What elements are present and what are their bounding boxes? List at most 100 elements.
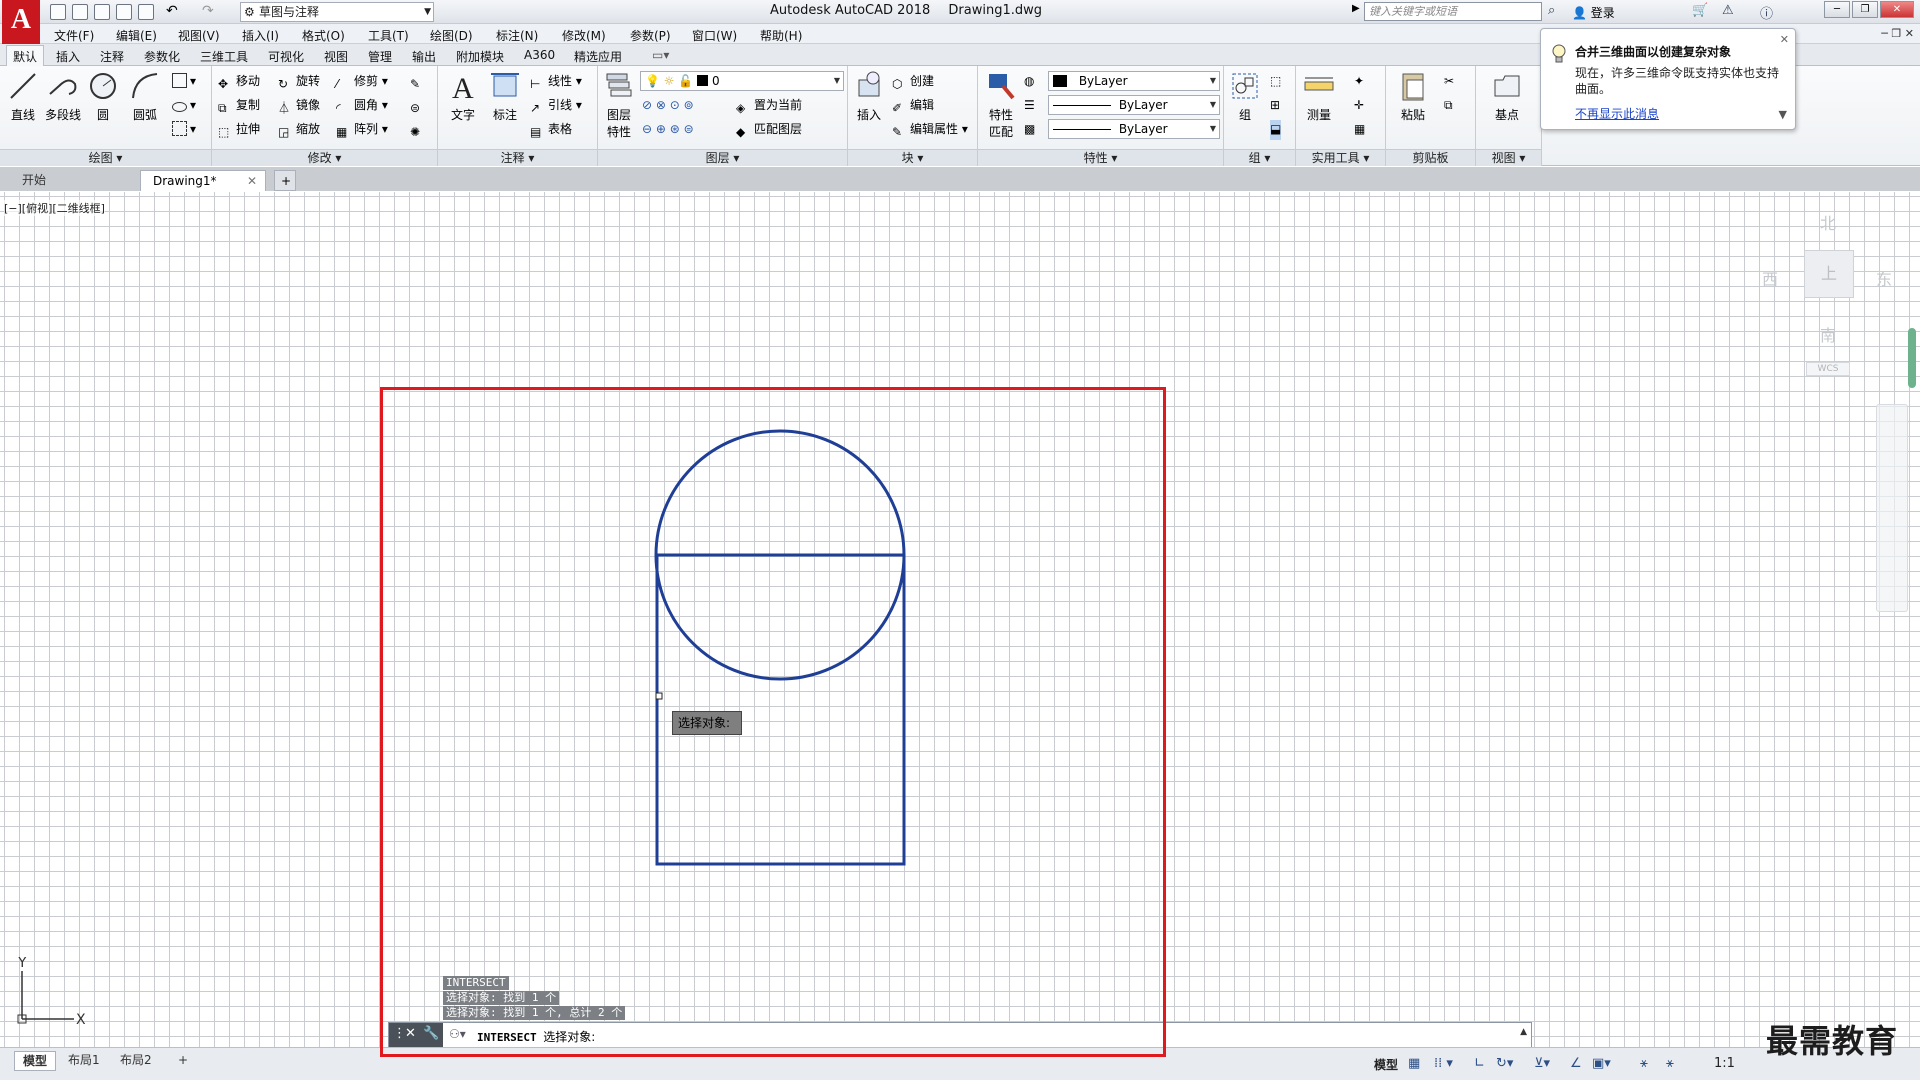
utilities-panel-title[interactable]: 实用工具 ▾ (1296, 149, 1385, 166)
prompt-icon[interactable]: ⚇▾ (449, 1027, 466, 1041)
snap-icon[interactable]: ⁞⁞ ▾ (1434, 1056, 1453, 1071)
search-input[interactable]: 键入关键字或短语 (1364, 2, 1542, 21)
layer-properties-tool[interactable]: 图层 特性 (600, 70, 638, 140)
dimension-tool[interactable]: 标注 (486, 70, 524, 123)
osnap-icon[interactable]: ⊻▾ (1534, 1056, 1550, 1071)
otrack-icon[interactable]: ∠ (1570, 1056, 1582, 1071)
hatch-tool[interactable]: ▾ (172, 120, 196, 140)
scroll-indicator[interactable] (1908, 328, 1916, 388)
viewcube-south[interactable]: 南 (1820, 322, 1836, 346)
copy-tool[interactable]: ⧉ 复制 (218, 96, 260, 116)
dynamic-ucs-icon[interactable]: ▣▾ (1592, 1056, 1611, 1071)
redo-icon[interactable]: ↷ (202, 4, 218, 20)
move-tool[interactable]: ✥ 移动 (218, 72, 260, 92)
insert-block-tool[interactable]: 插入 (850, 70, 888, 123)
navigation-bar[interactable] (1876, 404, 1908, 612)
menu-edit[interactable]: 编辑(E) (116, 27, 157, 44)
layer-tools-row-1[interactable]: ⊘ ⊗ ⊙ ⊚ (642, 96, 694, 116)
paste-tool[interactable]: 粘贴 (1394, 70, 1432, 123)
menu-insert[interactable]: 插入(I) (242, 27, 279, 44)
menu-format[interactable]: 格式(O) (302, 27, 345, 44)
close-icon[interactable]: ✕ (247, 171, 257, 191)
tab-manage[interactable]: 管理 (368, 48, 392, 65)
chevron-down-icon[interactable]: ▼ (1779, 108, 1787, 121)
scale-tool[interactable]: ◲ 缩放 (278, 120, 320, 140)
menu-draw[interactable]: 绘图(D) (430, 27, 473, 44)
annotation-panel-title[interactable]: 注释 ▾ (438, 149, 597, 166)
array-tool[interactable]: ▦ 阵列 ▾ (336, 120, 388, 140)
annotation-autoscale-icon[interactable]: ⚹ (1666, 1056, 1674, 1071)
edit-attributes-tool[interactable]: ✎ 编辑属性 ▾ (892, 120, 968, 140)
login-button[interactable]: 👤 登录 (1572, 4, 1615, 21)
close-icon[interactable]: ✕ (1780, 33, 1789, 46)
modify-panel-title[interactable]: 修改 ▾ (212, 149, 437, 166)
layout-tab-model[interactable]: 模型 (14, 1051, 57, 1071)
tab-addins[interactable]: 附加模块 (456, 48, 504, 65)
save-icon[interactable] (94, 4, 110, 20)
make-current-tool[interactable]: ◈ 置为当前 (736, 96, 802, 116)
match-layer-tool[interactable]: ◆ 匹配图层 (736, 120, 802, 140)
tab-drawing1[interactable]: Drawing1* ✕ (140, 170, 266, 191)
tab-annotate[interactable]: 注释 (100, 48, 124, 65)
save-as-icon[interactable] (116, 4, 132, 20)
minimize-button[interactable]: ─ (1824, 1, 1850, 18)
add-layout-button[interactable]: + (170, 1051, 196, 1071)
text-tool[interactable]: A 文字 (444, 70, 482, 123)
annotation-visibility-icon[interactable]: ⚹ (1640, 1056, 1648, 1071)
menu-file[interactable]: 文件(F) (54, 27, 94, 44)
viewcube-top-face[interactable]: 上 (1804, 250, 1854, 298)
group-select-icon[interactable]: ⬓ (1270, 120, 1282, 140)
menu-help[interactable]: 帮助(H) (760, 27, 802, 44)
help-icon[interactable]: ⓘ (1760, 3, 1773, 22)
command-input[interactable]: INTERSECT 选择对象: (477, 1028, 595, 1045)
color-dropdown[interactable]: ByLayer ▼ (1048, 71, 1220, 91)
leader-tool[interactable]: ↗ 引线 ▾ (530, 96, 582, 116)
lineweight-icon[interactable]: ☰ (1024, 96, 1035, 116)
tab-start[interactable]: 开始 (10, 170, 140, 191)
polyline-tool[interactable]: 多段线 (44, 70, 82, 123)
tab-featured-apps[interactable]: 精选应用 (574, 48, 622, 65)
menu-window[interactable]: 窗口(W) (692, 27, 737, 44)
properties-panel-title[interactable]: 特性 ▾ (978, 149, 1223, 166)
linear-dim-tool[interactable]: ⊢ 线性 ▾ (530, 72, 582, 92)
restore-button[interactable]: ❐ (1852, 1, 1878, 18)
color-wheel-icon[interactable]: ◍ (1024, 72, 1034, 92)
document-window-controls[interactable]: ─ ❐ ✕ (1881, 27, 1914, 40)
fillet-tool[interactable]: ◜ 圆角 ▾ (336, 96, 388, 116)
wrench-icon[interactable]: 🔧 (423, 1026, 439, 1041)
layer-tools-row-2[interactable]: ⊖ ⊕ ⊛ ⊜ (642, 120, 694, 140)
menu-view[interactable]: 视图(V) (178, 27, 220, 44)
ortho-icon[interactable]: ∟ (1474, 1056, 1485, 1071)
copy-clip-icon[interactable]: ⧉ (1444, 96, 1453, 116)
cart-icon[interactable]: 🛒 (1692, 3, 1708, 18)
menu-dimension[interactable]: 标注(N) (496, 27, 538, 44)
application-menu-button[interactable]: A (2, 0, 40, 44)
chevron-right-icon[interactable]: ▶ (1352, 3, 1362, 21)
point-icon[interactable]: ✛ (1354, 96, 1364, 116)
layers-panel-title[interactable]: 图层 ▾ (598, 149, 847, 166)
tab-visualize[interactable]: 可视化 (268, 48, 304, 65)
new-tab-button[interactable]: + (274, 170, 296, 191)
lineweight-dropdown[interactable]: ByLayer ▼ (1048, 119, 1220, 139)
offset-tool[interactable]: ⊜ (410, 96, 428, 116)
tab-a360[interactable]: A360 (524, 48, 555, 62)
rotate-tool[interactable]: ↻ 旋转 (278, 72, 320, 92)
match-properties-tool[interactable]: 特性 匹配 (982, 70, 1020, 140)
model-space-toggle[interactable]: 模型 (1374, 1056, 1398, 1073)
line-tool[interactable]: 直线 (4, 70, 42, 123)
explode-tool[interactable]: ✺ (410, 120, 428, 140)
ellipse-tool[interactable]: ▾ (172, 96, 196, 116)
workspace-switcher[interactable]: ⚙ 草图与注释 ▼ (240, 2, 434, 22)
wcs-menu[interactable]: WCS (1806, 362, 1850, 376)
ribbon-options-icon[interactable]: ▭▾ (652, 48, 669, 62)
polar-icon[interactable]: ↻▾ (1496, 1056, 1513, 1071)
close-button[interactable]: ✕ (1880, 1, 1914, 18)
cut-icon[interactable]: ✂ (1444, 72, 1454, 92)
layer-dropdown[interactable]: 💡 ☼ 🔓 0 ▼ (640, 71, 844, 91)
trim-tool[interactable]: ⁄ 修剪 ▾ (336, 72, 388, 92)
ungroup-icon[interactable]: ⬚ (1270, 72, 1281, 92)
group-edit-icon[interactable]: ⊞ (1270, 96, 1280, 116)
edit-block-tool[interactable]: ✐ 编辑 (892, 96, 934, 116)
close-icon[interactable]: ✕ (405, 1026, 416, 1041)
tab-insert[interactable]: 插入 (56, 48, 80, 65)
